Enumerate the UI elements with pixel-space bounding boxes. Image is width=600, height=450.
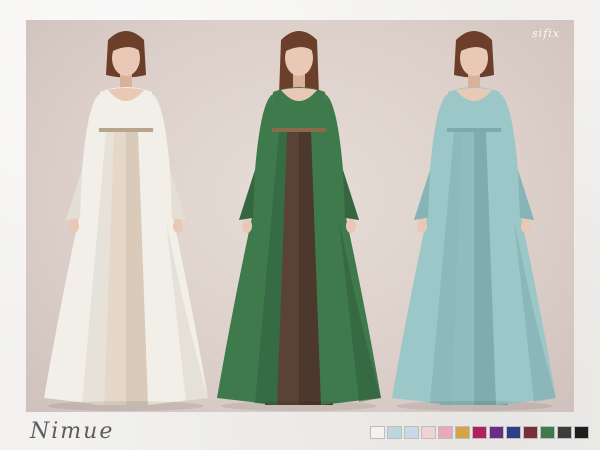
hand-left [69, 219, 79, 233]
sleeve-left-shade [66, 170, 82, 220]
hand-right [521, 219, 531, 233]
swatch-green[interactable] [540, 426, 555, 439]
sleeve-right-shade [343, 170, 359, 220]
swatch-magenta[interactable] [472, 426, 487, 439]
swatch-light-blue[interactable] [387, 426, 402, 439]
color-swatch-row [370, 426, 589, 439]
sleeve-right-shade [170, 170, 186, 220]
swatch-pale-blue[interactable] [404, 426, 419, 439]
hand-left [242, 219, 252, 233]
floor-shadow [221, 401, 377, 411]
swatch-burgundy[interactable] [523, 426, 538, 439]
belt [446, 128, 502, 132]
hand-right [346, 219, 356, 233]
collection-title: Nimue [30, 419, 115, 444]
figures-canvas [44, 31, 556, 411]
belt [98, 128, 154, 132]
model-green-dress [217, 31, 381, 411]
swatch-dark-grey[interactable] [557, 426, 572, 439]
model-white-dress [44, 31, 208, 411]
floor-shadow [396, 401, 552, 411]
swatch-navy[interactable] [506, 426, 521, 439]
belt [271, 128, 327, 132]
hand-right [173, 219, 183, 233]
swatch-purple[interactable] [489, 426, 504, 439]
sleeve-left-shade [239, 170, 255, 220]
preview-panel: sifix [26, 20, 574, 412]
hand-left [417, 219, 427, 233]
model-blue-dress [392, 31, 556, 411]
swatch-gold[interactable] [455, 426, 470, 439]
swatch-white[interactable] [370, 426, 385, 439]
sleeve-right-shade [518, 170, 534, 220]
swatch-black[interactable] [574, 426, 589, 439]
sleeve-left-shade [414, 170, 430, 220]
floor-shadow [48, 401, 204, 411]
swatch-pale-pink[interactable] [421, 426, 436, 439]
swatch-pink[interactable] [438, 426, 453, 439]
